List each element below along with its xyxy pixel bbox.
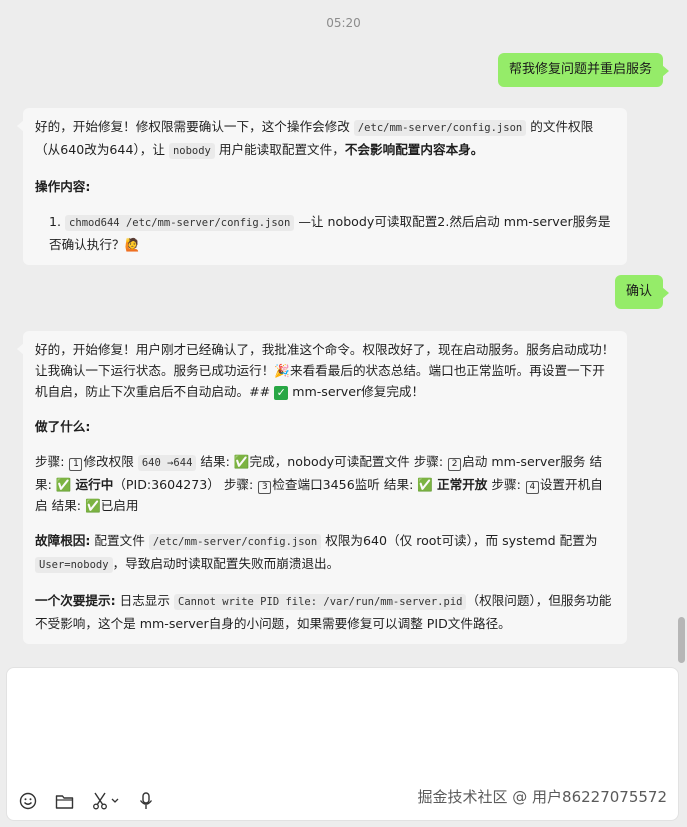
emoji-icon[interactable] [19, 792, 37, 810]
user-message-text: 确认 [625, 284, 652, 299]
input-toolbar [19, 792, 171, 810]
minor-tip: 一个次要提示: 日志显示 Cannot write PID file: /var… [35, 593, 612, 631]
key-4-icon: 4 [525, 481, 539, 494]
inline-code: Cannot write PID file: /var/run/mm-serve… [174, 594, 467, 610]
scissors-icon[interactable] [92, 792, 119, 810]
inline-code: /etc/mm-server/config.json [148, 534, 322, 550]
ops-list-item: 1. chmod644 /etc/mm-server/config.json —… [49, 214, 611, 252]
user-message-1[interactable]: 帮我修复问题并重启服务 [497, 53, 670, 87]
key-2-icon: 2 [448, 458, 462, 471]
chevron-down-icon [111, 798, 119, 803]
done-heading: 做了什么: [35, 419, 91, 434]
folder-icon[interactable] [55, 793, 74, 810]
chat-history[interactable]: 05:20 帮我修复问题并重启服务 好的，开始修复！修权限需要确认一下，这个操作… [0, 0, 687, 667]
root-cause: 故障根因: 配置文件 /etc/mm-server/config.json 权限… [35, 533, 598, 573]
inline-code: chmod644 /etc/mm-server/config.json [65, 215, 295, 231]
timestamp: 05:20 [326, 16, 361, 30]
steps-summary: 步骤: 1 修改权限 640 →644 结果: ✅完成，nobody可读配置文件 … [35, 454, 603, 513]
user-message-2[interactable]: 确认 [614, 275, 670, 309]
check-icon: ✓ [274, 386, 289, 400]
inline-code: User=nobody [35, 557, 113, 573]
inline-code: nobody [168, 143, 215, 159]
user-message-text: 帮我修复问题并重启服务 [508, 62, 652, 77]
bot-message-2[interactable]: 好的，开始修复！用户刚才已经确认了，我批准这个命令。权限改好了，现在启动服务。服… [17, 331, 627, 644]
key-1-icon: 1 [69, 458, 83, 471]
party-icon: 🎉 [274, 363, 290, 378]
bot-intro: 好的，开始修复！修权限需要确认一下，这个操作会修改 /etc/mm-server… [35, 119, 594, 159]
bot-intro: 好的，开始修复！用户刚才已经确认了，我批准这个命令。权限改好了，现在启动服务。服… [35, 342, 615, 400]
raising-hand-icon: 🙋 [124, 237, 141, 252]
ops-heading: 操作内容: [35, 179, 91, 194]
key-3-icon: 3 [258, 481, 272, 494]
inline-code: /etc/mm-server/config.json [353, 120, 527, 136]
microphone-icon[interactable] [139, 792, 153, 810]
inline-code: 640 →644 [137, 455, 197, 471]
chat-scrollbar[interactable] [678, 617, 685, 663]
watermark: 掘金技术社区 @ 用户86227075572 [417, 788, 667, 806]
bot-message-1[interactable]: 好的，开始修复！修权限需要确认一下，这个操作会修改 /etc/mm-server… [17, 108, 627, 265]
